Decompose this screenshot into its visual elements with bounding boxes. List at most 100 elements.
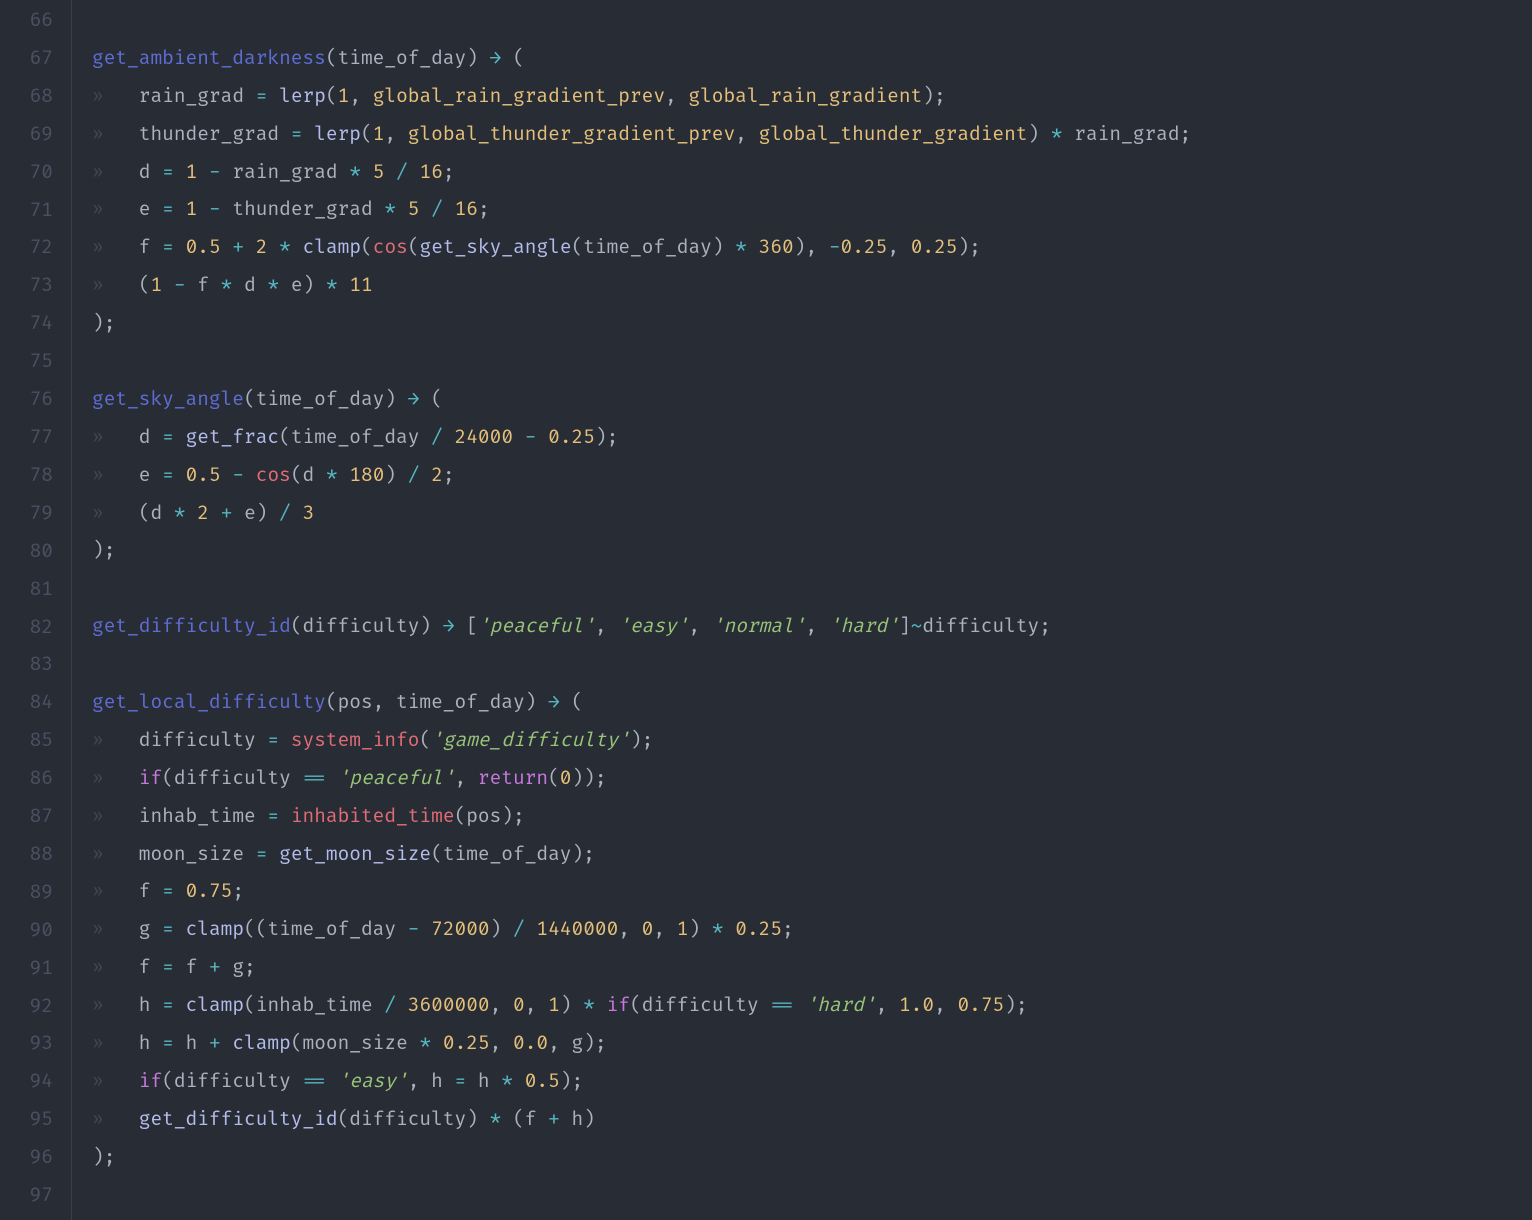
token-op: * xyxy=(501,1069,513,1093)
line-number: 93 xyxy=(0,1025,53,1063)
token-var xyxy=(244,463,256,487)
line-number: 84 xyxy=(0,684,53,722)
token-op: - xyxy=(829,235,841,259)
token-pun: ), xyxy=(794,235,829,259)
token-pun: ( xyxy=(338,1107,350,1131)
token-op: - xyxy=(209,197,221,221)
code-line[interactable]: » inhab_time = inhabited_time(pos); xyxy=(92,798,1532,836)
token-op: = xyxy=(267,728,279,752)
token-pun: ( xyxy=(513,1107,525,1131)
code-line[interactable]: » f = 0.5 + 2 * clamp(cos(get_sky_angle(… xyxy=(92,229,1532,267)
code-line[interactable]: » thunder_grad = lerp(1, global_thunder_… xyxy=(92,116,1532,154)
code-line[interactable] xyxy=(92,2,1532,40)
token-var xyxy=(513,1069,525,1093)
token-var xyxy=(396,387,408,411)
token-ws: » xyxy=(92,1107,139,1131)
token-op: = xyxy=(455,1069,467,1093)
code-editor[interactable]: 6667686970717273747576777879808182838485… xyxy=(0,0,1532,1220)
token-op: - xyxy=(174,273,186,297)
token-op: = xyxy=(162,463,174,487)
token-pun: ) xyxy=(1028,122,1051,146)
token-op: → xyxy=(443,614,455,638)
code-line[interactable]: » get_difficulty_id(difficulty) * (f + h… xyxy=(92,1101,1532,1139)
code-line[interactable] xyxy=(92,646,1532,684)
token-pun: ( xyxy=(139,273,151,297)
code-line[interactable]: » moon_size = get_moon_size(time_of_day)… xyxy=(92,836,1532,874)
token-op: == xyxy=(303,766,326,790)
token-var xyxy=(197,197,209,221)
token-var xyxy=(431,614,443,638)
token-pun: ); xyxy=(92,311,115,335)
token-pun: ; xyxy=(478,197,490,221)
code-line[interactable]: » g = clamp((time_of_day - 72000) / 1440… xyxy=(92,911,1532,949)
token-var: h xyxy=(139,1031,162,1055)
code-line[interactable]: » h = clamp(inhab_time / 3600000, 0, 1) … xyxy=(92,987,1532,1025)
token-var xyxy=(431,1031,443,1055)
code-line[interactable]: » if(difficulty == 'peaceful', return(0)… xyxy=(92,760,1532,798)
token-var xyxy=(291,501,303,525)
code-line[interactable]: » (1 - f * d * e) * 11 xyxy=(92,267,1532,305)
code-line[interactable]: ); xyxy=(92,305,1532,343)
token-pun: ( xyxy=(572,235,584,259)
token-var: inhab_time xyxy=(139,804,268,828)
token-var xyxy=(338,273,350,297)
token-var xyxy=(536,425,548,449)
token-fn: get_difficulty_id xyxy=(92,614,291,638)
token-op: / xyxy=(408,463,420,487)
token-ws: » xyxy=(92,160,139,184)
token-num: 0.5 xyxy=(186,235,221,259)
token-op: * xyxy=(419,1031,431,1055)
token-var: time_of_day xyxy=(291,425,431,449)
token-str: 'game_difficulty' xyxy=(431,728,630,752)
token-pun: ( xyxy=(244,387,256,411)
code-line[interactable]: » f = 0.75; xyxy=(92,873,1532,911)
code-line[interactable] xyxy=(92,570,1532,608)
token-op: = xyxy=(162,235,174,259)
code-line[interactable] xyxy=(92,1177,1532,1215)
code-line[interactable]: » f = f + g; xyxy=(92,949,1532,987)
token-num: 5 xyxy=(373,160,385,184)
token-var: d xyxy=(303,463,326,487)
token-num: 72000 xyxy=(431,917,489,941)
code-line[interactable]: » d = get_frac(time_of_day / 24000 - 0.2… xyxy=(92,419,1532,457)
token-str: 'hard' xyxy=(805,993,875,1017)
token-num: 1 xyxy=(548,993,560,1017)
token-op: * xyxy=(583,993,595,1017)
token-pun: ; xyxy=(232,879,244,903)
line-number: 76 xyxy=(0,381,53,419)
code-line[interactable]: get_difficulty_id(difficulty) → ['peacef… xyxy=(92,608,1532,646)
code-line[interactable]: get_local_difficulty(pos, time_of_day) →… xyxy=(92,684,1532,722)
code-line[interactable]: get_ambient_darkness(time_of_day) → ( xyxy=(92,40,1532,78)
code-line[interactable]: » h = h + clamp(moon_size * 0.25, 0.0, g… xyxy=(92,1025,1532,1063)
token-var: g xyxy=(572,1031,584,1055)
code-line[interactable]: » rain_grad = lerp(1, global_rain_gradie… xyxy=(92,78,1532,116)
token-pun: ( xyxy=(291,614,303,638)
line-number: 69 xyxy=(0,116,53,154)
code-line[interactable]: ); xyxy=(92,532,1532,570)
code-line[interactable] xyxy=(92,343,1532,381)
line-number: 96 xyxy=(0,1139,53,1177)
token-var xyxy=(536,690,548,714)
code-area[interactable]: get_ambient_darkness(time_of_day) → (» r… xyxy=(72,0,1532,1220)
token-ws: » xyxy=(92,197,139,221)
token-var: time_of_day xyxy=(583,235,712,259)
token-op: ~ xyxy=(911,614,923,638)
token-var xyxy=(419,917,431,941)
code-line[interactable]: get_sky_angle(time_of_day) → ( xyxy=(92,381,1532,419)
token-num: 1 xyxy=(186,160,198,184)
token-ws: » xyxy=(92,766,139,790)
code-line[interactable]: » e = 1 - thunder_grad * 5 / 16; xyxy=(92,191,1532,229)
token-op: == xyxy=(770,993,793,1017)
code-line[interactable]: » d = 1 - rain_grad * 5 / 16; xyxy=(92,154,1532,192)
code-line[interactable]: » e = 0.5 - cos(d * 180) / 2; xyxy=(92,457,1532,495)
token-str: 'peaceful' xyxy=(338,766,455,790)
line-number: 82 xyxy=(0,609,53,647)
code-line[interactable]: » if(difficulty == 'easy', h = h * 0.5); xyxy=(92,1063,1532,1101)
token-num: 180 xyxy=(349,463,384,487)
token-num: 0.75 xyxy=(957,993,1004,1017)
line-number: 68 xyxy=(0,78,53,116)
code-line[interactable]: » (d * 2 + e) / 3 xyxy=(92,495,1532,533)
code-line[interactable]: » difficulty = system_info('game_difficu… xyxy=(92,722,1532,760)
token-op: → xyxy=(548,690,560,714)
code-line[interactable]: ); xyxy=(92,1139,1532,1177)
